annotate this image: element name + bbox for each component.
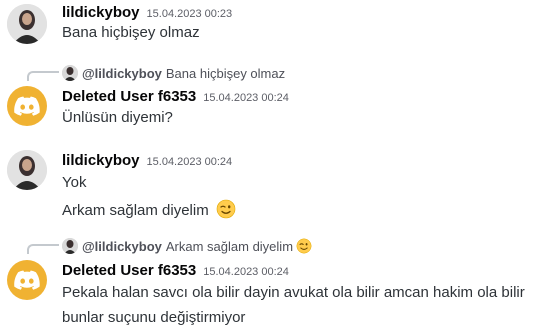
winking-face-icon [216,199,236,219]
discord-logo-icon [14,270,40,290]
username-text[interactable]: Deleted User f6353 [62,262,196,279]
reply-spine [27,71,59,81]
message-username[interactable]: Deleted User f6353 15.04.2023 00:24 [62,88,289,105]
reply-spine [27,244,59,254]
reply-username[interactable]: @lildickyboy [82,66,162,81]
discord-logo-icon [14,96,40,116]
username-text[interactable]: Deleted User f6353 [62,88,196,105]
username-text[interactable]: lildickyboy [62,4,140,21]
message-timestamp: 15.04.2023 00:24 [146,156,233,168]
chat-message-list: lildickyboy 15.04.2023 00:23 Bana hiçbişe… [0,0,556,331]
user-avatar-small [62,238,78,254]
reply-username[interactable]: @lildickyboy [82,239,162,254]
message-content: Arkam sağlam diyelim [62,199,236,219]
message-content: Ünlüsün diyemi? [62,109,173,126]
discord-avatar[interactable] [7,86,47,126]
message-content: Yok [62,174,87,191]
winking-face-icon [296,238,312,254]
reply-text[interactable]: Bana hiçbişey olmaz [166,66,285,81]
user-avatar-small [62,65,78,81]
message-content: bunlar suçunu değiştirmiyor [62,309,246,326]
user-avatar[interactable] [7,150,47,190]
message-content: Pekala halan savcı ola bilir dayin avuka… [62,284,525,301]
message-username[interactable]: lildickyboy 15.04.2023 00:24 [62,152,232,169]
reply-text[interactable]: Arkam sağlam diyelim [166,239,293,254]
discord-avatar[interactable] [7,260,47,300]
user-avatar[interactable] [7,4,47,44]
message-timestamp: 15.04.2023 00:24 [203,92,289,104]
message-content: Bana hiçbişey olmaz [62,24,200,41]
message-timestamp: 15.04.2023 00:24 [203,266,289,278]
message-username[interactable]: lildickyboy 15.04.2023 00:23 [62,4,232,21]
username-text[interactable]: lildickyboy [62,152,140,169]
message-username[interactable]: Deleted User f6353 15.04.2023 00:24 [62,262,289,279]
reply-preview[interactable]: @lildickyboy Arkam sağlam diyelim [62,238,312,254]
reply-preview[interactable]: @lildickyboy Bana hiçbişey olmaz [62,65,285,81]
message-text: Arkam sağlam diyelim [62,202,209,219]
message-timestamp: 15.04.2023 00:23 [146,8,233,20]
